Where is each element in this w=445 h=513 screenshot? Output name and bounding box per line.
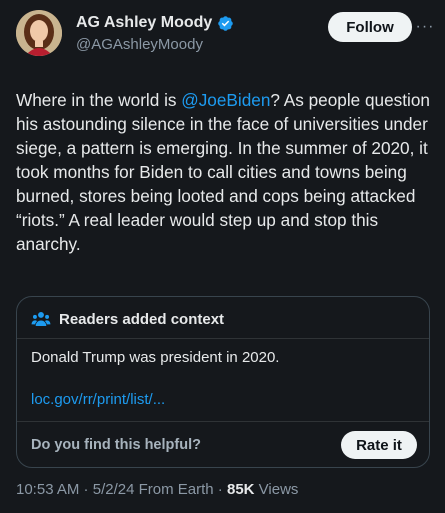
tweet-text-rest: ? As people question his astounding sile… bbox=[16, 90, 430, 254]
tweet-text-start: Where in the world is bbox=[16, 90, 182, 110]
verified-badge-icon[interactable] bbox=[217, 15, 234, 32]
tweet-text: Where in the world is @JoeBiden? As peop… bbox=[16, 88, 434, 256]
tweet-date[interactable]: 5/2/24 bbox=[93, 481, 135, 498]
avatar-image bbox=[16, 10, 62, 56]
display-name[interactable]: AG Ashley Moody bbox=[76, 14, 212, 32]
community-note-title: Readers added context bbox=[59, 310, 225, 328]
divider bbox=[17, 421, 429, 422]
more-icon[interactable]: ··· bbox=[416, 18, 434, 36]
tweet-header: AG Ashley Moody @AGAshleyMoody Follow ··… bbox=[16, 10, 434, 60]
divider bbox=[17, 338, 429, 339]
tweet-source: From Earth bbox=[138, 481, 214, 498]
avatar[interactable] bbox=[16, 10, 62, 56]
views-label: Views bbox=[254, 481, 299, 498]
author-handle[interactable]: @AGAshleyMoody bbox=[76, 36, 234, 53]
community-note-source-link[interactable]: loc.gov/rr/print/list/... bbox=[31, 391, 165, 408]
tweet-time[interactable]: 10:53 AM bbox=[16, 481, 79, 498]
community-note-card: Readers added context Donald Trump was p… bbox=[16, 296, 430, 468]
community-note-text: Donald Trump was president in 2020. bbox=[31, 349, 280, 366]
helpful-prompt: Do you find this helpful? bbox=[31, 437, 201, 453]
meta-separator: · bbox=[213, 481, 227, 498]
rate-it-button[interactable]: Rate it bbox=[341, 431, 417, 459]
follow-button[interactable]: Follow bbox=[328, 12, 412, 42]
community-note-header: Readers added context bbox=[31, 309, 224, 329]
views-count: 85K bbox=[226, 481, 255, 498]
mention-link[interactable]: @JoeBiden bbox=[181, 90, 270, 110]
display-name-row: AG Ashley Moody bbox=[76, 12, 234, 34]
meta-separator: · bbox=[79, 481, 93, 498]
readers-icon bbox=[31, 311, 51, 326]
tweet-meta: 10:53 AM · 5/2/24 From Earth · 85K Views bbox=[16, 481, 298, 498]
tweet-card: AG Ashley Moody @AGAshleyMoody Follow ··… bbox=[0, 0, 445, 513]
author-names: AG Ashley Moody @AGAshleyMoody bbox=[76, 12, 234, 53]
